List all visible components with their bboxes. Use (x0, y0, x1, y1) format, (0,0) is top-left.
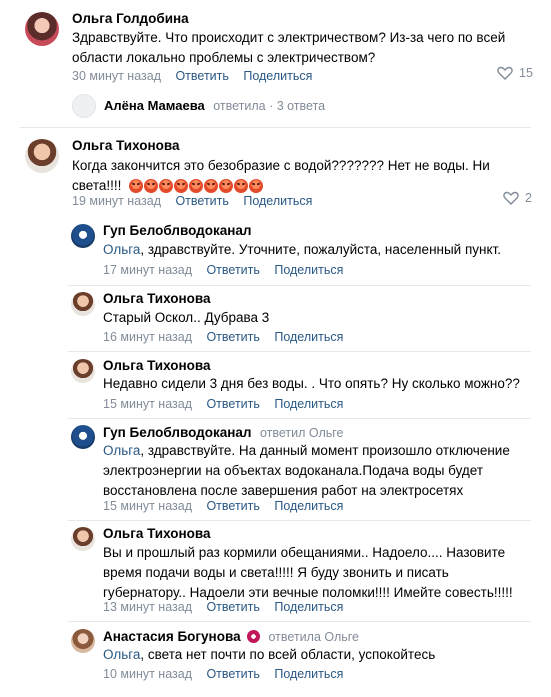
avatar[interactable] (71, 629, 95, 653)
divider (68, 520, 531, 521)
thread-summary[interactable]: ответила · 3 ответа (213, 99, 325, 113)
reply-button[interactable]: Ответить (206, 330, 259, 344)
avatar[interactable] (71, 292, 95, 316)
share-button[interactable]: Поделиться (243, 69, 312, 83)
reply-time: 15 минут назад (103, 397, 192, 411)
comment-actions: 19 минут назад Ответить Поделиться (72, 192, 312, 210)
avatar[interactable] (71, 359, 95, 383)
comment-text-fragment: света!!!! (72, 178, 122, 193)
reply-author[interactable]: Гуп Белоблводоканал (103, 223, 252, 238)
comment-author[interactable]: Ольга Голдобина (72, 11, 189, 26)
profile-badge-icon (247, 630, 261, 644)
reply-button[interactable]: Ответить (206, 667, 259, 681)
like-button[interactable]: 2 (503, 191, 532, 205)
heart-icon (503, 191, 519, 205)
reply-text: Вы и прошлый раз кормили обещаниями.. На… (103, 543, 543, 603)
share-button[interactable]: Поделиться (243, 194, 312, 208)
reply-button[interactable]: Ответить (175, 69, 228, 83)
like-count: 2 (525, 191, 532, 205)
share-button[interactable]: Поделиться (274, 667, 343, 681)
reply-actions: 17 минут назад Ответить Поделиться (103, 261, 343, 279)
reply-time: 10 минут назад (103, 667, 192, 681)
comment-time: 30 минут назад (72, 69, 161, 83)
reply-time: 13 минут назад (103, 600, 192, 614)
comment-text-line: Когда закончится это безобразие с водой?… (72, 158, 490, 173)
reply-actions: 13 минут назад Ответить Поделиться (103, 598, 343, 616)
reply-header: Анастасия Богунова ответила Ольге (103, 628, 359, 646)
divider (20, 127, 531, 128)
share-button[interactable]: Поделиться (274, 499, 343, 513)
divider (68, 418, 531, 419)
reply-button[interactable]: Ответить (206, 263, 259, 277)
comment-text: Когда закончится это безобразие с водой?… (72, 156, 532, 196)
reply-text: Недавно сидели 3 дня без воды. . Что опя… (103, 376, 520, 391)
reply-author[interactable]: Гуп Белоблводоканал (103, 425, 252, 440)
reply-time: 15 минут назад (103, 499, 192, 513)
avatar[interactable] (25, 139, 59, 173)
share-button[interactable]: Поделиться (274, 263, 343, 277)
reply-text-body: , здравствуйте. Уточните, пожалуйста, на… (140, 242, 501, 257)
reply-author[interactable]: Анастасия Богунова (103, 629, 241, 644)
share-button[interactable]: Поделиться (274, 600, 343, 614)
comment-text-line: Здравствуйте. Что происходит с электриче… (72, 30, 506, 45)
divider (68, 285, 531, 286)
comment-text-line: области локально проблемы с электричеств… (72, 50, 376, 65)
reply-button[interactable]: Ответить (206, 499, 259, 513)
reply-time: 17 минут назад (103, 263, 192, 277)
reply-to-label[interactable]: ответил Ольге (260, 426, 344, 440)
thread-preview[interactable]: Алёна Мамаева ответила · 3 ответа (104, 97, 325, 115)
comment-actions: 30 минут назад Ответить Поделиться (72, 67, 312, 85)
reply-to-label[interactable]: ответила Ольге (269, 630, 360, 644)
reply-text-body: , света нет почти по всей области, успок… (140, 647, 436, 662)
avatar[interactable] (25, 12, 59, 46)
mention-link[interactable]: Ольга (103, 647, 140, 662)
reply-text-line: время подачи воды и света!!!!! Я буду зв… (103, 565, 449, 580)
heart-icon (497, 66, 513, 80)
reply-button[interactable]: Ответить (206, 600, 259, 614)
reply-text-line: Ольга, здравствуйте. На данный момент пр… (103, 441, 533, 461)
reply-actions: 16 минут назад Ответить Поделиться (103, 328, 343, 346)
comment-text: Здравствуйте. Что происходит с электриче… (72, 28, 532, 68)
reply-actions: 15 минут назад Ответить Поделиться (103, 497, 343, 515)
reply-text-line: электроэнергии на объектах водоканала.По… (103, 463, 484, 478)
reply-button[interactable]: Ответить (175, 194, 228, 208)
reply-time: 16 минут назад (103, 330, 192, 344)
reply-author[interactable]: Ольга Тихонова (103, 358, 211, 373)
divider (68, 621, 531, 622)
reply-author[interactable]: Ольга Тихонова (103, 526, 211, 541)
avatar[interactable] (71, 224, 95, 248)
reply-button[interactable]: Ответить (206, 397, 259, 411)
reply-text: Ольга, света нет почти по всей области, … (103, 645, 533, 665)
reply-header: Гуп Белоблводоканал ответил Ольге (103, 424, 344, 442)
mention-link[interactable]: Ольга (103, 242, 140, 257)
mention-link[interactable]: Ольга (103, 443, 140, 458)
thread-author[interactable]: Алёна Мамаева (104, 98, 205, 113)
comment-time: 19 минут назад (72, 194, 161, 208)
divider (68, 351, 531, 352)
comment-author[interactable]: Ольга Тихонова (72, 138, 180, 153)
avatar[interactable] (72, 94, 96, 118)
avatar[interactable] (71, 425, 95, 449)
avatar[interactable] (71, 527, 95, 551)
reply-text-body: , здравствуйте. На данный момент произош… (140, 443, 510, 458)
reply-actions: 10 минут назад Ответить Поделиться (103, 665, 343, 683)
reply-actions: 15 минут назад Ответить Поделиться (103, 395, 343, 413)
like-button[interactable]: 15 (497, 66, 533, 80)
like-count: 15 (519, 66, 533, 80)
reply-author[interactable]: Ольга Тихонова (103, 291, 211, 306)
share-button[interactable]: Поделиться (274, 330, 343, 344)
reply-text: Ольга, здравствуйте. Уточните, пожалуйст… (103, 240, 533, 260)
reply-text: Старый Оскол.. Дубрава 3 (103, 310, 270, 325)
reply-text: Ольга, здравствуйте. На данный момент пр… (103, 441, 533, 501)
share-button[interactable]: Поделиться (274, 397, 343, 411)
reply-text-line: Вы и прошлый раз кормили обещаниями.. На… (103, 545, 506, 560)
